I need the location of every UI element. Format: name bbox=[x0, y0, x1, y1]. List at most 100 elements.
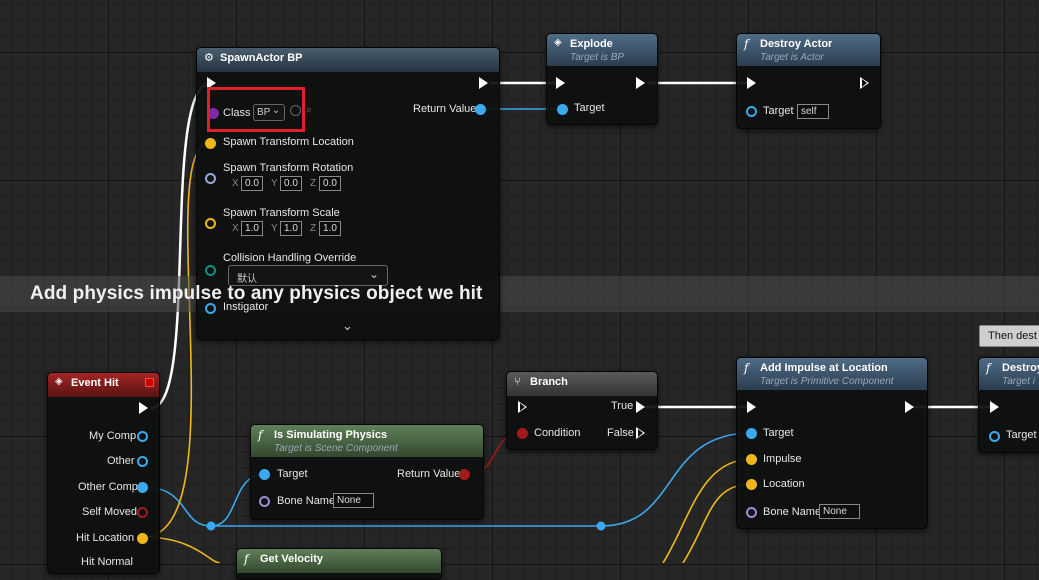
destroy-2-target-pin[interactable] bbox=[989, 431, 1000, 442]
self-field[interactable]: self bbox=[797, 104, 829, 119]
exec-out-pin[interactable] bbox=[905, 401, 914, 413]
rotation-z-field[interactable]: 0.0 bbox=[319, 176, 341, 191]
reroute-knot bbox=[206, 521, 216, 531]
node-title: Destroy bbox=[1002, 362, 1039, 374]
condition-label: Condition bbox=[534, 427, 581, 439]
exec-in-pin[interactable] bbox=[518, 401, 527, 413]
bone-name-label: Bone Name bbox=[277, 495, 336, 507]
explode-header[interactable]: ◈ Explode Target is BP bbox=[547, 34, 657, 66]
search-icon[interactable]: ⌕ bbox=[306, 104, 312, 117]
exec-in-pin[interactable] bbox=[747, 401, 756, 413]
scale-x-field[interactable]: 1.0 bbox=[241, 221, 263, 236]
function-icon: f bbox=[744, 361, 749, 375]
class-highlight-box bbox=[207, 87, 305, 132]
other-pin[interactable] bbox=[137, 456, 148, 467]
get-velocity-node[interactable]: f Get Velocity bbox=[236, 548, 442, 580]
false-label: False bbox=[607, 427, 634, 439]
chevron-down-icon: ⌄ bbox=[369, 267, 380, 281]
return-value-pin[interactable] bbox=[475, 104, 486, 115]
branch-header[interactable]: ⑂ Branch bbox=[507, 372, 657, 396]
spawn-location-label: Spawn Transform Location bbox=[223, 136, 354, 148]
target-label: Target bbox=[763, 105, 794, 117]
collision-label: Collision Handling Override bbox=[223, 252, 357, 264]
self-moved-label: Self Moved bbox=[82, 506, 138, 518]
target-label: Target bbox=[763, 427, 794, 439]
axis-y: Y bbox=[271, 178, 278, 189]
node-title: Event Hit bbox=[71, 377, 119, 389]
destroy-target-pin[interactable] bbox=[746, 106, 757, 117]
hit-normal-label: Hit Normal bbox=[81, 556, 133, 568]
bone-name-label: Bone Name bbox=[763, 506, 822, 518]
location-pin[interactable] bbox=[746, 479, 757, 490]
function-icon: f bbox=[258, 428, 263, 442]
function-icon: f bbox=[986, 361, 991, 375]
node-subtitle: Target is Primitive Component bbox=[760, 376, 894, 387]
return-value-label: Return Value bbox=[397, 468, 461, 480]
self-moved-pin[interactable] bbox=[137, 507, 148, 518]
comment-bubble[interactable]: Then dest bbox=[979, 325, 1039, 347]
target-label: Target bbox=[1006, 429, 1037, 441]
bone-name-field[interactable]: None bbox=[819, 504, 860, 519]
function-icon: f bbox=[744, 37, 749, 51]
collision-pin[interactable] bbox=[205, 265, 216, 276]
exec-out-pin[interactable] bbox=[139, 402, 148, 414]
spawn-rotation-pin[interactable] bbox=[205, 173, 216, 184]
bone-name-pin[interactable] bbox=[259, 496, 270, 507]
other-comp-pin[interactable] bbox=[137, 482, 148, 493]
branch-icon: ⑂ bbox=[514, 375, 521, 388]
spawn-actor-header[interactable]: ⚙ SpawnActor BP bbox=[197, 48, 499, 72]
node-title: Explode bbox=[570, 38, 613, 50]
bone-name-field[interactable]: None bbox=[333, 493, 374, 508]
false-exec-pin[interactable] bbox=[636, 427, 645, 439]
axis-y: Y bbox=[271, 223, 278, 234]
exec-out-pin[interactable] bbox=[860, 77, 869, 89]
other-label: Other bbox=[107, 455, 135, 467]
event-icon: ◈ bbox=[55, 376, 63, 387]
location-label: Location bbox=[763, 478, 805, 490]
is-sim-header[interactable]: f Is Simulating Physics Target is Scene … bbox=[251, 425, 483, 457]
exec-in-pin[interactable] bbox=[990, 401, 999, 413]
rotation-x-field[interactable]: 0.0 bbox=[241, 176, 263, 191]
node-title: Branch bbox=[530, 376, 568, 388]
spawn-scale-pin[interactable] bbox=[205, 218, 216, 229]
scale-y-field[interactable]: 1.0 bbox=[280, 221, 302, 236]
function-icon: f bbox=[244, 552, 249, 566]
bone-name-pin[interactable] bbox=[746, 507, 757, 518]
true-label: True bbox=[611, 400, 634, 412]
destroy-actor-header[interactable]: f Destroy Actor Target is Actor bbox=[737, 34, 880, 66]
node-subtitle: Target is Scene Component bbox=[274, 443, 398, 454]
rotation-y-field[interactable]: 0.0 bbox=[280, 176, 302, 191]
exec-out-pin[interactable] bbox=[636, 77, 645, 89]
axis-x: X bbox=[232, 223, 239, 234]
axis-z: Z bbox=[310, 223, 317, 234]
hit-location-pin[interactable] bbox=[137, 533, 148, 544]
expand-chevron-icon[interactable]: ⌄ bbox=[342, 318, 353, 334]
reroute-knot bbox=[596, 521, 606, 531]
hit-location-label: Hit Location bbox=[76, 532, 135, 544]
exec-in-pin[interactable] bbox=[747, 77, 756, 89]
comment-title[interactable]: Add physics impulse to any physics objec… bbox=[30, 283, 482, 305]
impulse-target-pin[interactable] bbox=[746, 428, 757, 439]
true-exec-pin[interactable] bbox=[636, 401, 645, 413]
impulse-label: Impulse bbox=[763, 453, 802, 465]
is-sim-target-pin[interactable] bbox=[259, 469, 270, 480]
is-sim-return-pin[interactable] bbox=[459, 469, 470, 480]
impulse-pin[interactable] bbox=[746, 454, 757, 465]
condition-pin[interactable] bbox=[517, 428, 528, 439]
scale-z-field[interactable]: 1.0 bbox=[319, 221, 341, 236]
get-velocity-header[interactable]: f Get Velocity bbox=[237, 549, 441, 573]
axis-z: Z bbox=[310, 178, 317, 189]
delegate-icon[interactable] bbox=[145, 378, 154, 387]
event-hit-header[interactable]: ◈ Event Hit bbox=[48, 373, 159, 397]
node-title: SpawnActor BP bbox=[220, 52, 303, 64]
explode-target-pin[interactable] bbox=[557, 104, 568, 115]
spawn-location-pin[interactable] bbox=[205, 138, 216, 149]
destroy-2-header[interactable]: f Destroy Target i bbox=[979, 358, 1039, 390]
event-icon: ◈ bbox=[554, 37, 562, 48]
exec-in-pin[interactable] bbox=[556, 77, 565, 89]
exec-out-pin[interactable] bbox=[479, 77, 488, 89]
my-comp-pin[interactable] bbox=[137, 431, 148, 442]
other-comp-label: Other Comp bbox=[78, 481, 138, 493]
node-subtitle: Target i bbox=[1002, 376, 1035, 387]
add-impulse-header[interactable]: f Add Impulse at Location Target is Prim… bbox=[737, 358, 927, 390]
